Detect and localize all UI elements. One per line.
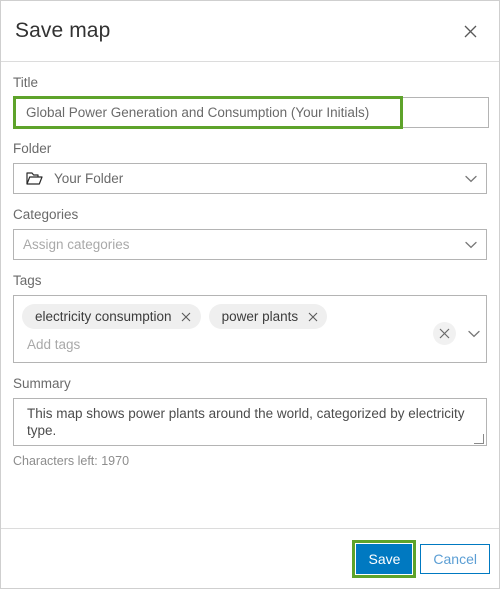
title-row: Global Power Generation and Consumption … (13, 96, 489, 129)
save-button-highlight: Save (352, 539, 417, 578)
chevron-down-icon[interactable] (468, 330, 480, 338)
tags-controls (433, 322, 480, 345)
summary-textarea[interactable]: This map shows power plants around the w… (13, 398, 487, 446)
cancel-button[interactable]: Cancel (420, 543, 490, 574)
folder-value: Your Folder (54, 171, 124, 186)
categories-field-group: Categories Assign categories (13, 207, 487, 260)
close-icon[interactable] (307, 311, 318, 322)
folder-icon (26, 171, 43, 186)
save-map-dialog: Save map Title Global Power Generation a… (0, 0, 500, 589)
tags-label: Tags (13, 273, 42, 288)
close-icon[interactable] (181, 311, 192, 322)
categories-select[interactable]: Assign categories (13, 229, 487, 260)
dialog-body: Title Global Power Generation and Consum… (1, 62, 499, 528)
folder-field-group: Folder Your Folder (13, 141, 487, 194)
tags-field-group: Tags electricity consumption power plant… (13, 273, 487, 363)
folder-label: Folder (13, 141, 52, 156)
save-button[interactable]: Save (356, 543, 413, 574)
title-field-group: Title Global Power Generation and Consum… (13, 75, 489, 129)
dialog-footer: Save Cancel (1, 528, 499, 588)
summary-value: This map shows power plants around the w… (27, 406, 465, 438)
summary-label: Summary (13, 376, 71, 391)
close-icon[interactable] (459, 20, 481, 42)
tags-input[interactable]: electricity consumption power plants Add… (13, 295, 487, 363)
tag-chip-list: electricity consumption power plants (22, 304, 416, 329)
characters-left-text: Characters left: 1970 (13, 454, 130, 468)
tag-chip[interactable]: electricity consumption (22, 304, 201, 329)
dialog-header: Save map (1, 1, 499, 62)
folder-select[interactable]: Your Folder (13, 163, 487, 194)
chevron-down-icon[interactable] (465, 175, 477, 183)
resize-handle-icon[interactable] (474, 434, 484, 444)
categories-label: Categories (13, 207, 79, 222)
tag-chip[interactable]: power plants (208, 304, 328, 329)
chevron-down-icon[interactable] (465, 241, 477, 249)
categories-placeholder: Assign categories (23, 237, 130, 252)
add-tags-placeholder[interactable]: Add tags (22, 329, 416, 362)
title-input-value: Global Power Generation and Consumption … (26, 105, 370, 120)
title-label: Title (13, 75, 39, 90)
tag-chip-label: power plants (221, 309, 299, 324)
summary-field-group: Summary This map shows power plants arou… (13, 376, 487, 468)
clear-tags-icon[interactable] (433, 322, 456, 345)
tag-chip-label: electricity consumption (35, 309, 172, 324)
page-title: Save map (15, 18, 111, 42)
